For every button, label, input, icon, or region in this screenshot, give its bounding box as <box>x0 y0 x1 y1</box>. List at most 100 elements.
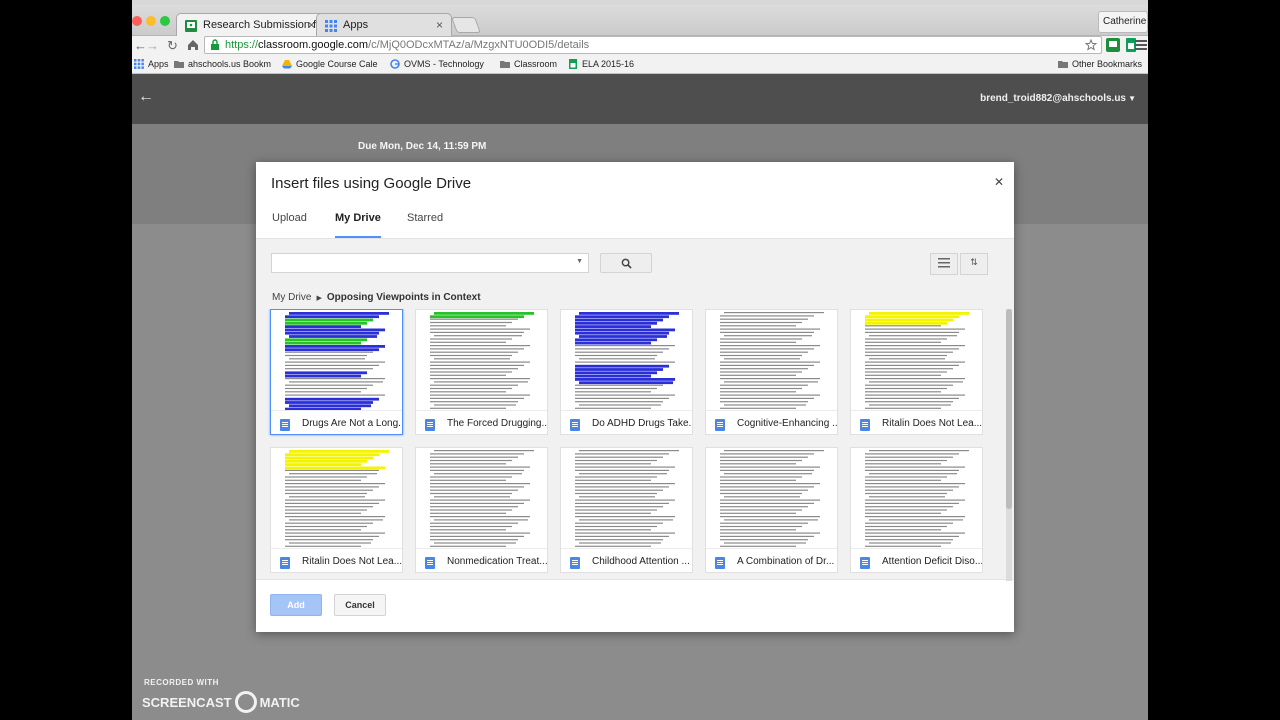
star-icon[interactable] <box>1085 39 1097 51</box>
tab-my-drive[interactable]: My Drive <box>335 212 381 238</box>
zoom-window-icon[interactable] <box>160 16 170 26</box>
document-thumbnail <box>851 310 982 410</box>
file-name: Ritalin Does Not Lea... <box>882 418 982 429</box>
scrollbar-thumb[interactable] <box>1006 309 1012 509</box>
file-name: Nonmedication Treat... <box>447 556 547 567</box>
document-thumbnail <box>416 310 547 410</box>
file-caption: The Forced Drugging... <box>416 410 547 435</box>
file-name: Childhood Attention ... <box>592 556 690 567</box>
file-caption: Do ADHD Drugs Take... <box>561 410 692 435</box>
profile-button[interactable]: Catherine <box>1098 11 1148 33</box>
search-button[interactable] <box>600 253 652 273</box>
bookmark-label: OVMS - Technology <box>404 59 484 69</box>
file-caption: Ritalin Does Not Lea... <box>851 410 982 435</box>
forward-icon[interactable]: → <box>146 38 159 53</box>
breadcrumb: My Drive ▶ Opposing Viewpoints in Context <box>272 292 481 303</box>
add-button[interactable]: Add <box>270 594 322 616</box>
google-doc-icon <box>425 419 435 431</box>
google-doc-icon <box>715 419 725 431</box>
file-card[interactable]: Ritalin Does Not Lea... <box>270 447 403 573</box>
document-thumbnail <box>561 310 692 410</box>
caret-down-icon[interactable]: ▼ <box>1128 94 1136 103</box>
breadcrumb-root[interactable]: My Drive <box>272 292 311 303</box>
document-thumbnail <box>561 448 692 548</box>
file-caption: Drugs Are Not a Long... <box>271 410 402 435</box>
bookmark-ela[interactable]: ELA 2015-16 <box>568 59 634 69</box>
search-icon <box>621 258 632 269</box>
home-icon[interactable] <box>186 38 200 52</box>
bookmark-label: ahschools.us Bookm <box>188 59 272 69</box>
google-doc-icon <box>280 419 290 431</box>
back-arrow-icon[interactable]: ← <box>138 88 154 106</box>
folder-icon <box>500 61 510 68</box>
search-input[interactable]: ▼ <box>271 253 589 273</box>
file-card[interactable]: Do ADHD Drugs Take... <box>560 309 693 435</box>
close-icon[interactable]: ✕ <box>994 175 1004 189</box>
drive-picker-dialog: Insert files using Google Drive ✕ Upload… <box>256 162 1014 632</box>
file-caption: Nonmedication Treat... <box>416 548 547 573</box>
tab-close-icon[interactable]: × <box>436 18 443 32</box>
file-card[interactable]: Attention Deficit Diso... <box>850 447 983 573</box>
list-view-icon <box>938 258 950 268</box>
sort-button[interactable]: ⇅ <box>960 253 988 275</box>
drive-browser: ▼ ⇅ My Drive ▶ Opposing Viewpoints in Cont… <box>256 238 1014 581</box>
tab-label: Apps <box>343 19 369 31</box>
dialog-title: Insert files using Google Drive <box>271 175 472 192</box>
tab-research-submission[interactable]: Research Submission for y × <box>176 13 324 37</box>
file-name: Cognitive-Enhancing ... <box>737 418 837 429</box>
watermark-left: SCREENCAST <box>142 695 232 710</box>
tab-strip: Research Submission for y × Apps × Cathe… <box>132 5 1148 37</box>
file-card[interactable]: The Forced Drugging... <box>415 309 548 435</box>
classroom-app-bar: ← brend_troid882@ahschools.us ▼ <box>132 74 1148 124</box>
file-card[interactable]: A Combination of Dr... <box>705 447 838 573</box>
bookmark-ovms-technology[interactable]: OVMS - Technology <box>390 59 484 69</box>
google-doc-icon <box>425 557 435 569</box>
file-card[interactable]: Drugs Are Not a Long... <box>270 309 403 435</box>
scrollbar[interactable] <box>1006 309 1012 581</box>
address-bar[interactable]: https://classroom.google.com/c/MjQ0ODcxM… <box>204 36 1102 54</box>
other-bookmarks[interactable]: Other Bookmarks <box>1058 59 1142 69</box>
tab-upload[interactable]: Upload <box>272 212 307 236</box>
tab-close-icon[interactable]: × <box>308 18 315 32</box>
bookmark-classroom[interactable]: Classroom <box>500 59 557 69</box>
watermark-top: RECORDED WITH <box>144 678 219 687</box>
cancel-button[interactable]: Cancel <box>334 594 386 616</box>
extension-classroom-icon[interactable] <box>1106 38 1120 52</box>
tab-apps[interactable]: Apps × <box>316 13 452 37</box>
document-thumbnail <box>416 448 547 548</box>
new-tab-button[interactable] <box>451 17 481 33</box>
file-card[interactable]: Nonmedication Treat... <box>415 447 548 573</box>
tab-starred[interactable]: Starred <box>407 212 443 236</box>
url-scheme: https:// <box>225 39 259 51</box>
bookmark-course-calendar[interactable]: Google Course Cale <box>282 59 378 69</box>
due-date: Due Mon, Dec 14, 11:59 PM <box>358 141 487 152</box>
bookmark-label: Other Bookmarks <box>1072 59 1143 69</box>
close-window-icon[interactable] <box>132 16 142 26</box>
apps-grid-icon <box>325 20 337 32</box>
document-thumbnail <box>706 310 837 410</box>
file-card[interactable]: Cognitive-Enhancing ... <box>705 309 838 435</box>
tab-label: Research Submission for y <box>203 19 324 31</box>
classroom-favicon <box>185 20 197 32</box>
reload-icon[interactable]: ↻ <box>167 38 178 54</box>
folder-icon <box>1058 61 1068 68</box>
url-path: /c/MjQ0ODcxMTAz/a/MzgxNTU0ODI5/details <box>368 39 590 51</box>
account-menu[interactable]: brend_troid882@ahschools.us <box>980 93 1126 104</box>
folder-icon <box>174 61 184 68</box>
file-card[interactable]: Childhood Attention ... <box>560 447 693 573</box>
google-doc-icon <box>570 419 580 431</box>
caret-down-icon[interactable]: ▼ <box>576 258 583 265</box>
google-doc-icon <box>570 557 580 569</box>
document-thumbnail <box>271 448 402 548</box>
bookmark-ahschools[interactable]: ahschools.us Bookm <box>174 59 271 69</box>
list-view-button[interactable] <box>930 253 958 275</box>
file-card[interactable]: Ritalin Does Not Lea... <box>850 309 983 435</box>
file-name: Attention Deficit Diso... <box>882 556 982 567</box>
file-name: The Forced Drugging... <box>447 418 547 429</box>
file-caption: Ritalin Does Not Lea... <box>271 548 402 573</box>
file-caption: Cognitive-Enhancing ... <box>706 410 837 435</box>
file-name: A Combination of Dr... <box>737 556 835 567</box>
bookmark-apps[interactable]: Apps <box>134 59 169 69</box>
minimize-window-icon[interactable] <box>146 16 156 26</box>
menu-icon[interactable] <box>1134 38 1148 52</box>
